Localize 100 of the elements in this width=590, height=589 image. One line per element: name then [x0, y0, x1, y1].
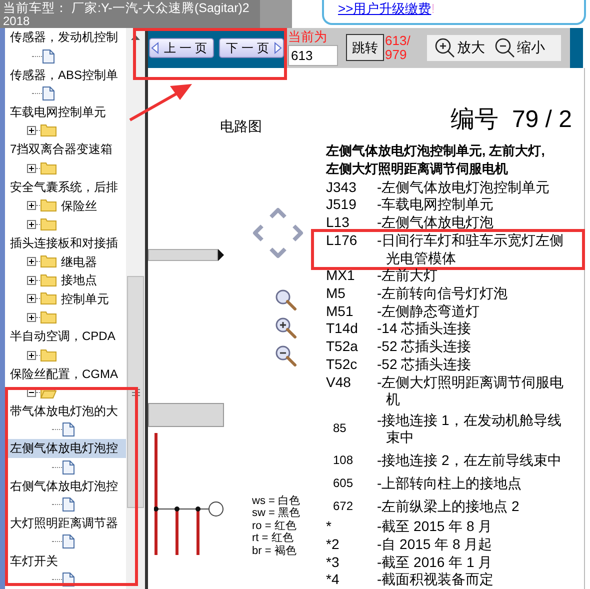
expand-toggle[interactable]	[27, 276, 36, 285]
component-description: -日间行车灯和驻车示宽灯左侧光电管模体	[376, 232, 565, 268]
folder-icon	[40, 218, 57, 231]
component-code: 672	[332, 498, 354, 515]
tree-item[interactable]: 保险丝配置，CGMA	[5, 364, 126, 384]
expand-toggle[interactable]	[27, 350, 36, 360]
zoom-in-icon[interactable]	[275, 316, 297, 339]
folder-icon	[40, 274, 57, 287]
component-code: *2	[326, 536, 340, 554]
expand-toggle[interactable]	[27, 201, 36, 210]
expand-toggle[interactable]	[27, 164, 36, 173]
component-description: -左侧大灯照明距离调节伺服电机	[376, 374, 565, 409]
component-code: *	[326, 518, 332, 536]
tree-item[interactable]: 安全气囊系统，后排	[5, 178, 126, 196]
folder-label[interactable]: 控制单元	[57, 290, 109, 308]
expand-toggle[interactable]	[27, 257, 36, 266]
tree-item[interactable]: 7挡双离合器变速箱	[5, 140, 126, 159]
component-code: L13	[326, 214, 350, 232]
prev-page-button[interactable]: 上 一 页	[149, 38, 214, 58]
component-description: -左侧静态弯道灯	[376, 302, 481, 320]
diagram-heading: 左侧气体放电灯泡控制单元, 左前大灯, 左侧大灯照明距离调节伺服电机	[326, 142, 546, 178]
scroll-thumb[interactable]	[127, 276, 144, 508]
component-code: *3	[326, 554, 340, 572]
plus-icon	[28, 220, 35, 228]
folder-icon	[40, 292, 57, 306]
left-arrow-icon	[151, 42, 159, 54]
zoom-in-button[interactable]: 放大	[435, 37, 485, 58]
color-code: ro = 红色	[252, 520, 298, 532]
folder-label[interactable]: 接地点	[57, 271, 97, 290]
magnifier-icon[interactable]	[275, 288, 297, 311]
document-icon	[42, 48, 55, 64]
page-input[interactable]: 613	[288, 45, 338, 66]
color-code: rt = 红色	[252, 532, 294, 545]
component-code: T52c	[326, 356, 358, 374]
zoom-in-icon	[435, 38, 455, 58]
folder-icon	[40, 311, 57, 324]
plus-icon	[28, 295, 35, 302]
tree-item[interactable]: 带气体放电灯泡的大	[5, 402, 126, 420]
folder-icon	[40, 199, 57, 212]
tree-item[interactable]: 半自动空调，CPDA	[5, 327, 126, 346]
plus-icon	[28, 258, 35, 266]
expand-toggle[interactable]	[27, 313, 36, 322]
scrollbar[interactable]	[126, 28, 145, 589]
component-code: MX1	[326, 267, 356, 285]
tree-item[interactable]: 车灯开关	[5, 551, 126, 570]
diagram-label: 电路图	[220, 116, 263, 136]
plus-icon	[28, 276, 35, 284]
folder-icon	[40, 124, 57, 138]
component-description: -52 芯插头连接	[376, 356, 472, 374]
zoom-out-button[interactable]: 缩小	[495, 37, 545, 58]
document-icon	[62, 497, 75, 512]
notice-mark: !	[431, 0, 435, 18]
document-icon	[62, 460, 75, 475]
document-icon	[42, 86, 55, 101]
zoom-out-icon[interactable]	[275, 344, 297, 367]
expand-toggle[interactable]	[27, 220, 36, 229]
component-description: -左侧气体放电灯泡控制单元	[376, 178, 551, 196]
scroll-up-icon[interactable]	[131, 34, 140, 40]
tree-item[interactable]: 右侧气体放电灯泡控	[5, 476, 126, 496]
folder-icon	[40, 348, 57, 362]
component-description: -52 芯插头连接	[376, 338, 472, 356]
upgrade-link[interactable]: >>用户升级缴费	[338, 0, 432, 18]
folder-label[interactable]: 保险丝	[57, 196, 97, 215]
expand-toggle[interactable]	[27, 294, 36, 304]
tree-item[interactable]: 车载电网控制单元	[5, 102, 126, 122]
plus-icon	[28, 164, 35, 172]
plus-icon	[28, 202, 35, 210]
component-code: J343	[326, 178, 358, 196]
component-description: -接地连接 1，在发动机舱导线束中	[376, 412, 562, 447]
tree-item[interactable]: 左侧气体放电灯泡控	[5, 439, 126, 458]
component-description: -接地连接 2，在左前导线束中	[376, 452, 562, 470]
color-code: br = 褐色	[252, 544, 298, 558]
cartoon-placeholder	[260, 0, 292, 28]
page-status: 613/ 979	[385, 34, 412, 62]
tree-item[interactable]: 传感器，发动机控制	[5, 28, 126, 47]
component-code: J519	[326, 196, 358, 214]
right-arrow-icon	[274, 42, 282, 54]
expand-toggle[interactable]	[27, 126, 36, 136]
next-page-button[interactable]: 下 一 页	[219, 38, 284, 58]
jump-button[interactable]: 跳转	[346, 34, 384, 62]
component-code: T14d	[326, 320, 359, 338]
tree-item[interactable]: 插头连接板和对接插	[5, 234, 126, 252]
zoom-out-icon	[495, 38, 515, 58]
component-description: -左前转向信号灯灯泡	[376, 285, 509, 303]
component-description: -车载电网控制单元	[376, 196, 495, 214]
pointer-icon	[218, 248, 224, 261]
component-description: -14 芯插头连接	[376, 320, 472, 338]
plus-icon	[28, 314, 35, 322]
folder-icon	[40, 255, 57, 268]
tree-item[interactable]: 大灯照明距离调节器	[5, 514, 126, 533]
folder-label[interactable]: 继电器	[57, 252, 97, 271]
component-description: -上部转向柱上的接地点	[376, 475, 523, 493]
scale-bar[interactable]	[148, 402, 224, 427]
plus-icon	[28, 352, 35, 359]
slider-bar[interactable]	[148, 248, 218, 261]
grip-icon	[132, 388, 140, 396]
component-code: T52a	[326, 338, 359, 356]
folder-icon	[40, 162, 57, 175]
tree-item[interactable]: 传感器，ABS控制单	[5, 65, 126, 84]
diagram-number: 编号 79 / 2	[450, 106, 572, 134]
